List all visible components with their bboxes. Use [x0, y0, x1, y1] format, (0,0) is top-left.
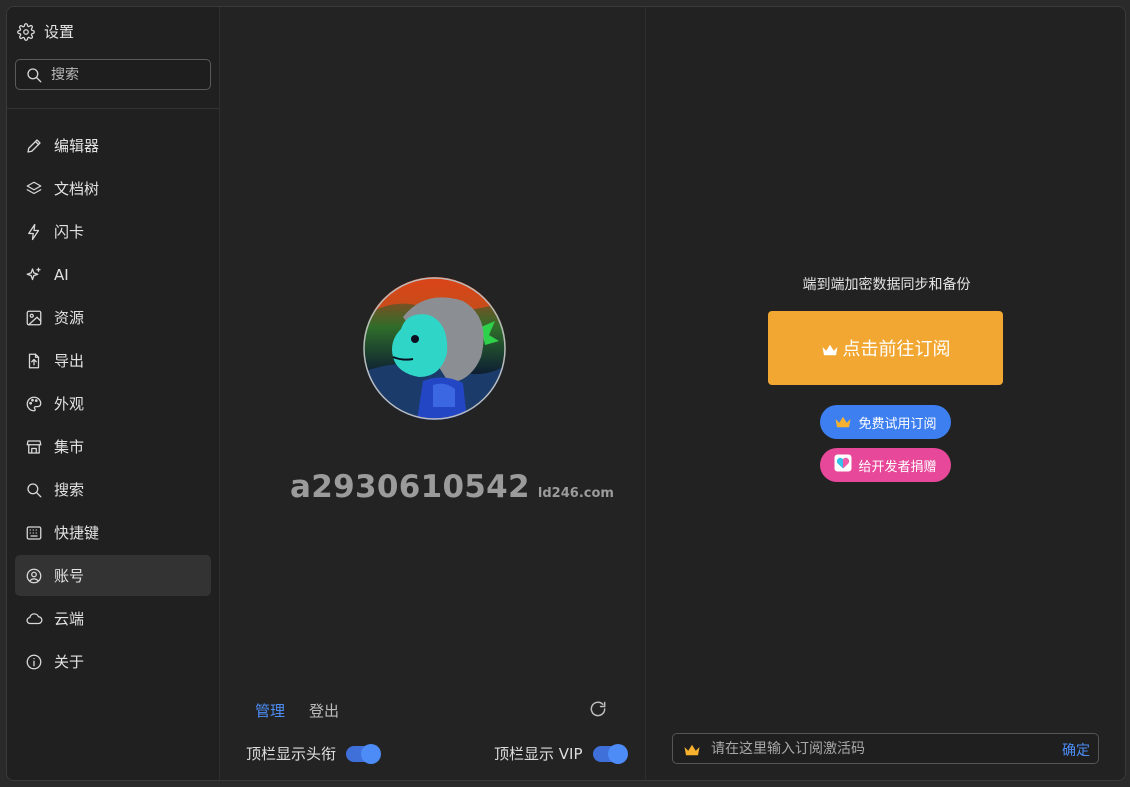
refresh-icon: [588, 701, 608, 723]
search-icon: [25, 66, 43, 84]
show-title-label: 顶栏显示头衔: [246, 745, 337, 763]
sidebar-item-account[interactable]: 账号: [15, 555, 211, 596]
crown-icon: [683, 742, 701, 756]
lightning-icon: [25, 223, 43, 241]
sidebar-item-keymap[interactable]: 快捷键: [15, 512, 211, 553]
confirm-button[interactable]: 确定: [1062, 740, 1090, 760]
donate-button[interactable]: 给开发者捐赠: [820, 448, 951, 482]
account-domain[interactable]: ld246.com: [538, 486, 614, 501]
sidebar-item-label: 账号: [54, 567, 85, 585]
sidebar-item-label: 导出: [54, 352, 85, 370]
show-title-toggle-row: 顶栏显示头衔: [246, 743, 382, 764]
sidebar-item-cloud[interactable]: 云端: [15, 598, 211, 639]
subscription-pane: 端到端加密数据同步和备份 点击前往订阅 免费试用订阅 给开发者捐赠 确定: [646, 7, 1125, 780]
avatar[interactable]: [363, 277, 506, 420]
subscribe-label: 点击前往订阅: [842, 339, 951, 360]
sidebar-item-label: 编辑器: [54, 137, 100, 155]
heart-icon: [834, 454, 852, 476]
activation-code-input[interactable]: [711, 740, 1041, 757]
export-file-icon: [25, 352, 43, 370]
sidebar-item-editor[interactable]: 编辑器: [15, 125, 211, 166]
sidebar-divider: [7, 108, 220, 109]
sidebar-item-flashcard[interactable]: 闪卡: [15, 211, 211, 252]
info-icon: [25, 653, 43, 671]
account-icon: [25, 567, 43, 585]
show-vip-switch[interactable]: [592, 743, 628, 764]
sidebar-item-doctree[interactable]: 文档树: [15, 168, 211, 209]
show-title-switch[interactable]: [346, 743, 382, 764]
username: a2930610542: [290, 469, 530, 505]
gear-icon: [17, 22, 35, 41]
manage-link[interactable]: 管理: [255, 700, 285, 721]
sidebar-item-label: 闪卡: [54, 223, 85, 241]
free-trial-button[interactable]: 免费试用订阅: [820, 405, 951, 439]
sidebar-item-label: 资源: [54, 309, 85, 327]
account-profile-pane: a2930610542 ld246.com 管理 登出 顶栏显示头衔 顶栏显示 …: [220, 7, 646, 780]
sidebar-item-label: 关于: [54, 653, 85, 671]
account-actions: 管理 登出: [255, 700, 339, 721]
sparkles-icon: [25, 266, 43, 284]
sidebar-item-label: 集市: [54, 438, 85, 456]
sidebar-search-input[interactable]: [51, 66, 201, 83]
username-block: a2930610542 ld246.com: [290, 469, 614, 505]
layers-icon: [25, 180, 43, 198]
sidebar-item-label: 搜索: [54, 481, 85, 499]
sidebar-title: 设置: [44, 23, 75, 41]
sidebar-item-ai[interactable]: AI: [15, 254, 211, 295]
sidebar-item-assets[interactable]: 资源: [15, 297, 211, 338]
show-vip-toggle-row: 顶栏显示 VIP: [494, 743, 628, 764]
pencil-icon: [25, 137, 43, 155]
donate-label: 给开发者捐赠: [858, 459, 937, 475]
sidebar-item-label: 文档树: [54, 180, 100, 198]
sidebar-item-label: 云端: [54, 610, 85, 628]
sidebar-item-appearance[interactable]: 外观: [15, 383, 211, 424]
show-vip-label: 顶栏显示 VIP: [494, 745, 583, 763]
subscribe-button[interactable]: 点击前往订阅: [768, 311, 1003, 385]
cloud-icon: [25, 610, 43, 628]
sidebar-nav: 编辑器 文档树 闪卡 AI 资源 导出 外观 集市 搜索 快捷键 账号 云端 关…: [15, 125, 211, 684]
refresh-button[interactable]: [588, 699, 610, 721]
sidebar-header: 设置: [17, 21, 74, 42]
sidebar-item-search[interactable]: 搜索: [15, 469, 211, 510]
sidebar-item-label: 外观: [54, 395, 85, 413]
keyboard-icon: [25, 524, 43, 542]
crown-icon: [834, 415, 852, 429]
sidebar-item-label: 快捷键: [54, 524, 100, 542]
sidebar-search-box[interactable]: [15, 59, 211, 90]
subscription-title: 端到端加密数据同步和备份: [802, 277, 971, 293]
sidebar-item-export[interactable]: 导出: [15, 340, 211, 381]
sidebar-item-label: AI: [54, 265, 69, 284]
palette-icon: [25, 395, 43, 413]
settings-window: 设置 编辑器 文档树 闪卡 AI: [6, 6, 1126, 781]
store-icon: [25, 438, 43, 456]
search-icon: [25, 481, 43, 499]
activation-code-box[interactable]: 确定: [672, 733, 1099, 764]
sidebar: 设置 编辑器 文档树 闪卡 AI: [7, 7, 220, 780]
sidebar-item-bazaar[interactable]: 集市: [15, 426, 211, 467]
free-trial-label: 免费试用订阅: [858, 416, 937, 432]
logout-link[interactable]: 登出: [309, 700, 339, 721]
sidebar-item-about[interactable]: 关于: [15, 641, 211, 682]
image-icon: [25, 309, 43, 327]
crown-icon: [821, 341, 839, 356]
